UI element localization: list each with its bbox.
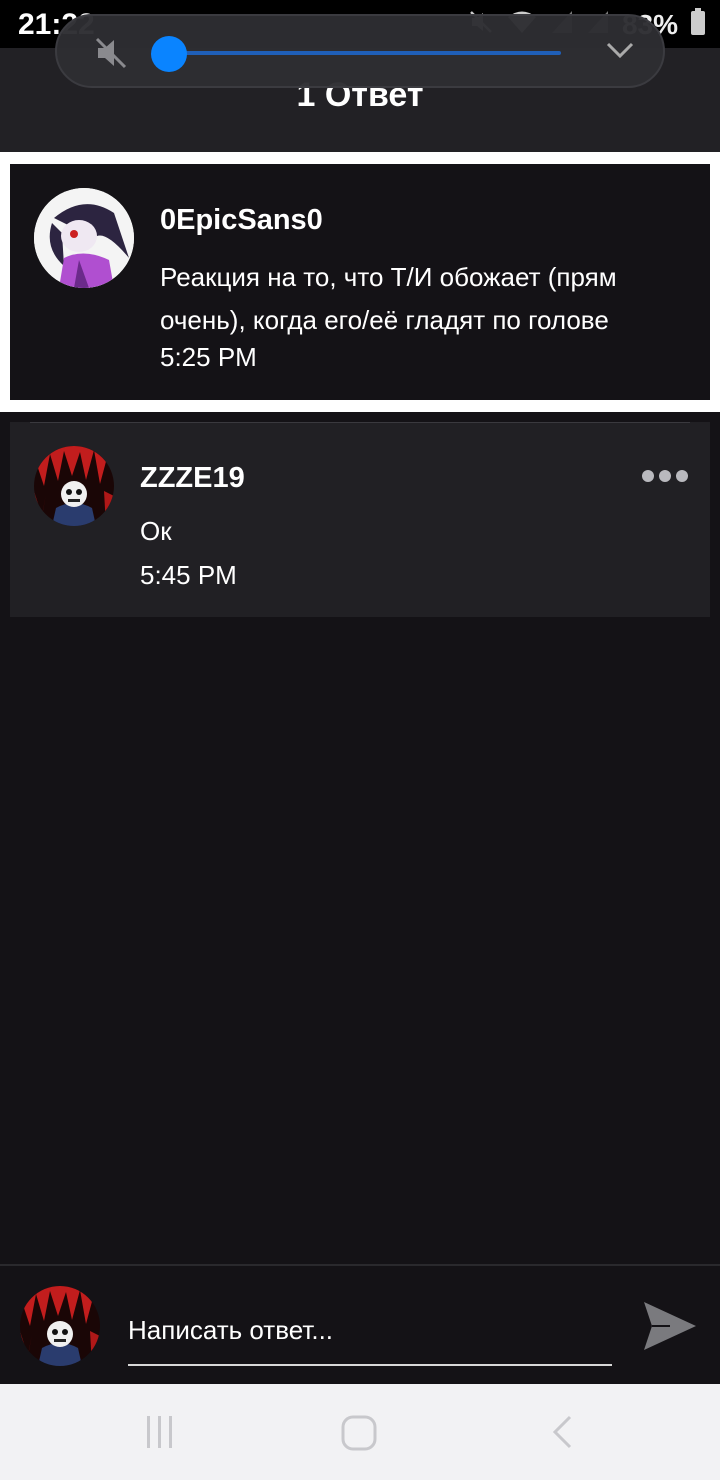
divider	[30, 422, 690, 423]
battery-icon	[690, 8, 706, 41]
system-nav-bar	[0, 1384, 720, 1480]
more-dot	[676, 470, 688, 482]
more-dot	[659, 470, 671, 482]
reply-input[interactable]	[128, 1296, 612, 1366]
reply-username[interactable]: ZZZE19	[140, 462, 245, 495]
send-icon[interactable]	[640, 1296, 700, 1356]
volume-panel[interactable]	[55, 14, 665, 88]
post-time: 5:25 PM	[160, 342, 257, 372]
home-icon[interactable]	[340, 1414, 380, 1457]
mute-icon[interactable]	[93, 36, 129, 75]
more-icon[interactable]	[642, 470, 688, 482]
post-username[interactable]: 0EpicSans0	[160, 204, 323, 237]
back-icon[interactable]	[550, 1414, 576, 1455]
reply-text: Ок	[140, 516, 172, 546]
volume-slider-thumb[interactable]	[151, 36, 187, 72]
avatar[interactable]	[34, 446, 114, 526]
avatar	[20, 1286, 100, 1366]
post-text: Реакция на то, что Т/И обожает (прям оче…	[160, 262, 617, 335]
reply-composer	[0, 1264, 720, 1384]
more-dot	[642, 470, 654, 482]
original-post-frame: 0EpicSans0 Реакция на то, что Т/И обожае…	[0, 152, 720, 412]
reply-time: 5:45 PM	[140, 560, 237, 590]
chevron-down-icon[interactable]	[605, 40, 635, 65]
avatar[interactable]	[34, 188, 134, 288]
volume-slider-track[interactable]	[169, 51, 561, 55]
original-post: 0EpicSans0 Реакция на то, что Т/И обожае…	[10, 164, 710, 400]
reply-item: ZZZE19 Ок 5:45 PM	[10, 422, 710, 617]
recent-apps-icon[interactable]	[142, 1414, 178, 1455]
